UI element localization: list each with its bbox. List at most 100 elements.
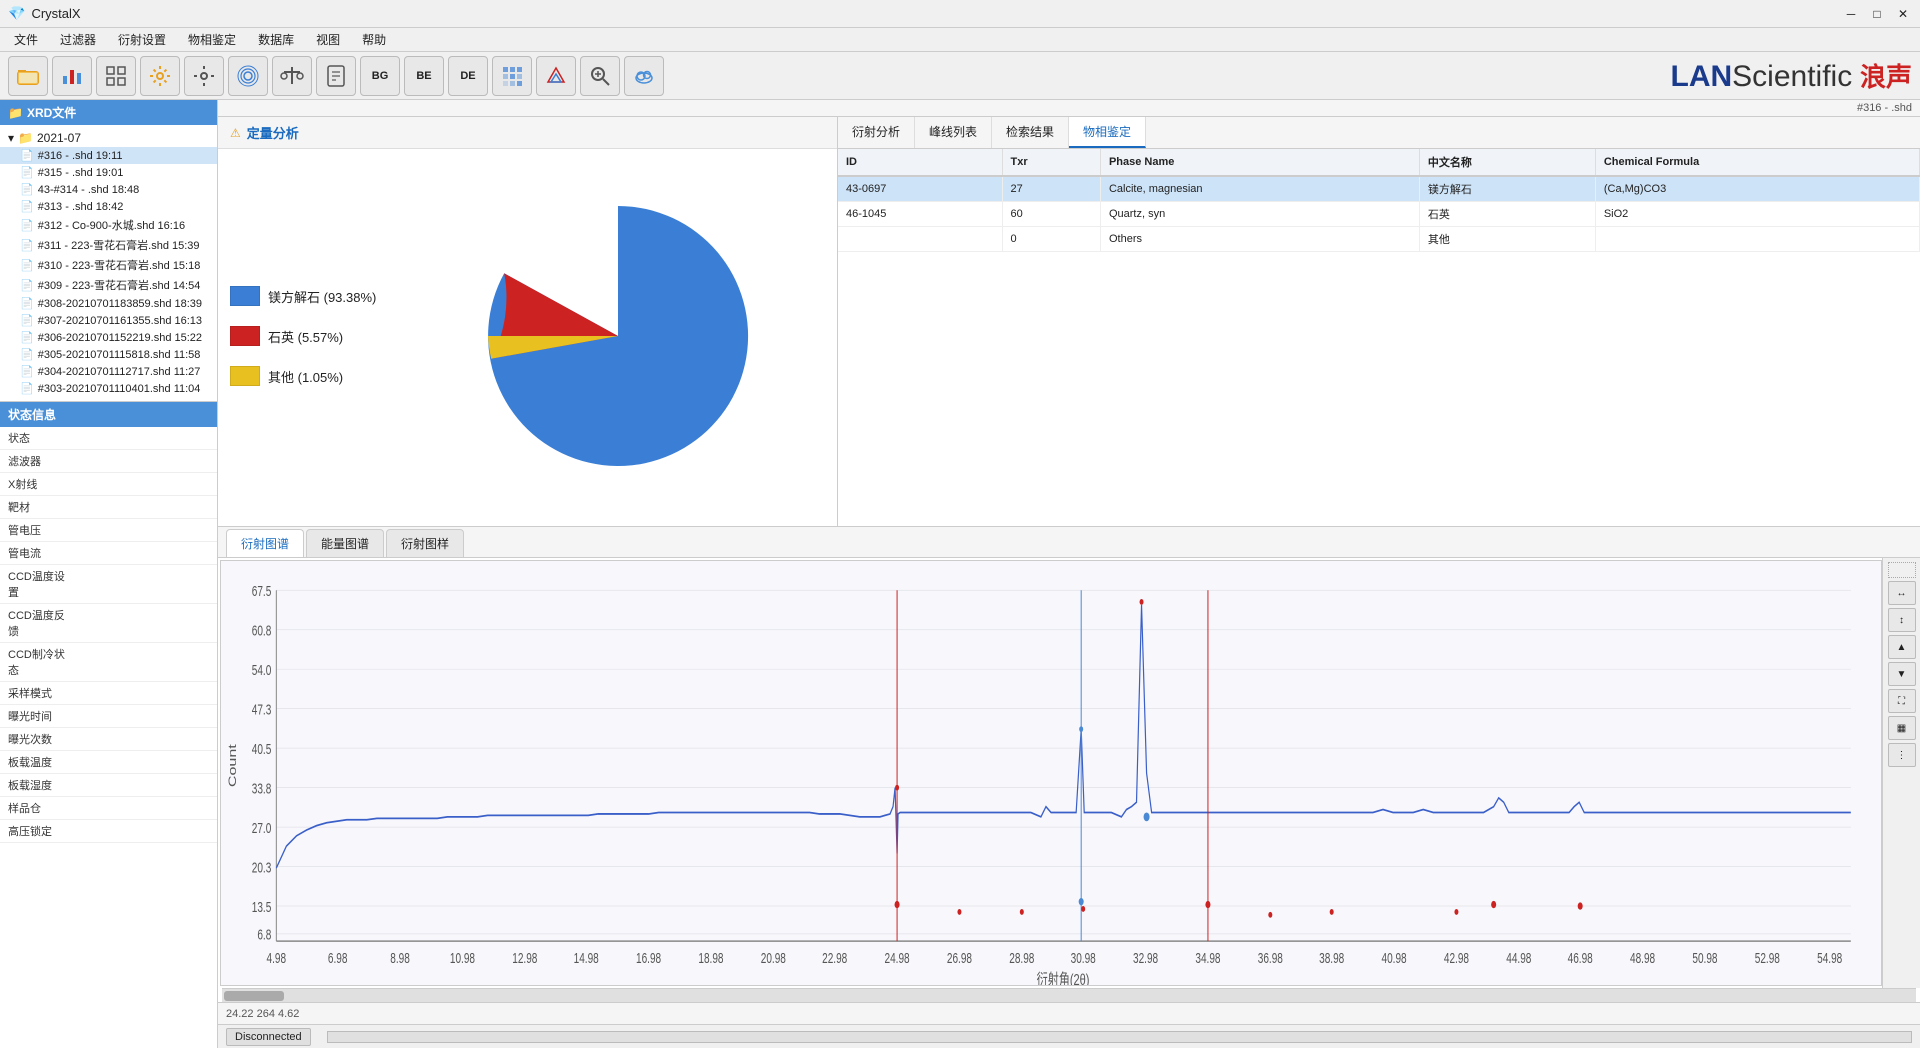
toolbar-matrix[interactable] [492, 56, 532, 96]
tree-file-314[interactable]: 📄 43-#314 - .shd 18:48 [0, 181, 217, 198]
tab-diffraction-pattern[interactable]: 衍射图样 [386, 529, 464, 557]
toolbar-fingerprint[interactable] [228, 56, 268, 96]
toolbar-cloud[interactable] [624, 56, 664, 96]
app-title: CrystalX [31, 6, 80, 21]
table-row-quartz[interactable]: 46-1045 60 Quartz, syn 石英 SiO2 [838, 202, 1920, 227]
tree-file-305[interactable]: 📄 #305-20210701115818.shd 11:58 [0, 346, 217, 363]
file-label-315: #315 - .shd 19:01 [38, 167, 124, 179]
tab-peak-list[interactable]: 峰线列表 [915, 117, 992, 148]
file-label-304: #304-20210701112717.shd 11:27 [38, 366, 201, 378]
cell-chinese-quartz: 石英 [1419, 202, 1595, 227]
toolbar-be[interactable]: BE [404, 56, 444, 96]
toolbar-search-zoom[interactable] [580, 56, 620, 96]
file-icon-304: 📄 [20, 365, 34, 378]
cell-txr-others: 0 [1002, 227, 1100, 252]
svg-text:8.98: 8.98 [390, 950, 410, 966]
file-icon-311: 📄 [20, 239, 34, 252]
svg-text:6.8: 6.8 [257, 927, 271, 943]
status-row-ccd-temp-set: CCD温度设置 [0, 565, 217, 604]
fullscreen-btn[interactable]: ⛶ [1888, 689, 1916, 713]
expand-right-btn[interactable]: ↔ [1888, 581, 1916, 605]
tree-file-303[interactable]: 📄 #303-20210701110401.shd 11:04 [0, 380, 217, 397]
svg-text:54.98: 54.98 [1817, 950, 1842, 966]
svg-text:40.5: 40.5 [252, 741, 272, 757]
spectrum-scrollbar[interactable] [222, 988, 1916, 1002]
tab-diffraction-analysis[interactable]: 衍射分析 [838, 117, 915, 148]
tab-energy-spectrum[interactable]: 能量图谱 [306, 529, 384, 557]
zoom-up-btn[interactable]: ▲ [1888, 635, 1916, 659]
phase-table: ID Txr Phase Name 中文名称 Chemical Formula … [838, 149, 1920, 252]
file-label-303: #303-20210701110401.shd 11:04 [38, 383, 201, 395]
toolbar-open[interactable] [8, 56, 48, 96]
cell-chinese-others: 其他 [1419, 227, 1595, 252]
file-label-306: #306-20210701152219.shd 15:22 [38, 332, 202, 344]
svg-text:Count: Count [226, 744, 238, 787]
svg-text:12.98: 12.98 [512, 950, 537, 966]
maximize-button[interactable]: □ [1868, 5, 1886, 23]
cell-name-calcite: Calcite, magnesian [1100, 176, 1419, 202]
status-header: 状态信息 [0, 402, 217, 427]
more-btn[interactable]: ⋮ [1888, 743, 1916, 767]
minimize-button[interactable]: ─ [1842, 5, 1860, 23]
file-icon-309: 📄 [20, 279, 34, 292]
phase-table-wrap[interactable]: ID Txr Phase Name 中文名称 Chemical Formula … [838, 149, 1920, 527]
toolbar-bg[interactable]: BG [360, 56, 400, 96]
file-label-305: #305-20210701115818.shd 11:58 [38, 349, 201, 361]
toolbar: BG BE DE LANScientific 浪声 [0, 52, 1920, 100]
quant-title: 定量分析 [247, 123, 299, 142]
status-row-sample-chamber: 样品仓 [0, 797, 217, 820]
file-label-309: #309 - 223-雪花石膏岩.shd 14:54 [38, 277, 201, 293]
title-bar-left: 💎 CrystalX [8, 5, 81, 22]
toolbar-report[interactable] [316, 56, 356, 96]
toolbar-settings2[interactable] [184, 56, 224, 96]
cell-name-quartz: Quartz, syn [1100, 202, 1419, 227]
tab-diffraction-spectrum[interactable]: 衍射图谱 [226, 529, 304, 557]
toolbar-mountain[interactable] [536, 56, 576, 96]
tree-file-312[interactable]: 📄 #312 - Co-900-水城.shd 16:16 [0, 215, 217, 235]
tree-file-311[interactable]: 📄 #311 - 223-雪花石膏岩.shd 15:39 [0, 235, 217, 255]
file-tree[interactable]: ▾ 📁 2021-07 📄 #316 - .shd 19:11 📄 #315 -… [0, 125, 217, 401]
table-row-others[interactable]: 0 Others 其他 [838, 227, 1920, 252]
table-row-calcite[interactable]: 43-0697 27 Calcite, magnesian 镁方解石 (Ca,M… [838, 176, 1920, 202]
toolbar-settings1[interactable] [140, 56, 180, 96]
toolbar-balance[interactable] [272, 56, 312, 96]
status-row-board-temp: 板载温度 [0, 751, 217, 774]
status-row-board-humidity: 板载湿度 [0, 774, 217, 797]
menu-view[interactable]: 视图 [306, 29, 350, 50]
menu-filter[interactable]: 过滤器 [50, 29, 106, 50]
file-icon-310: 📄 [20, 259, 34, 272]
tab-search-results[interactable]: 检索结果 [992, 117, 1069, 148]
collapse-btn[interactable]: ↕ [1888, 608, 1916, 632]
svg-text:16.98: 16.98 [636, 950, 661, 966]
tree-file-310[interactable]: 📄 #310 - 223-雪花石膏岩.shd 15:18 [0, 255, 217, 275]
menu-phase-id[interactable]: 物相鉴定 [178, 29, 246, 50]
svg-text:10.98: 10.98 [450, 950, 475, 966]
spectrum-tabs: 衍射图谱 能量图谱 衍射图样 [218, 527, 1920, 558]
toolbar-chart[interactable] [52, 56, 92, 96]
menu-file[interactable]: 文件 [4, 29, 48, 50]
tab-phase-id[interactable]: 物相鉴定 [1069, 117, 1146, 148]
tree-file-308[interactable]: 📄 #308-20210701183859.shd 18:39 [0, 295, 217, 312]
tree-file-315[interactable]: 📄 #315 - .shd 19:01 [0, 164, 217, 181]
grid-btn[interactable]: ▦ [1888, 716, 1916, 740]
status-row-voltage: 管电压 [0, 519, 217, 542]
zoom-down-btn[interactable]: ▼ [1888, 662, 1916, 686]
tree-folder-2021-07[interactable]: ▾ 📁 2021-07 [0, 129, 217, 147]
close-button[interactable]: ✕ [1894, 5, 1912, 23]
tree-file-309[interactable]: 📄 #309 - 223-雪花石膏岩.shd 14:54 [0, 275, 217, 295]
tree-file-306[interactable]: 📄 #306-20210701152219.shd 15:22 [0, 329, 217, 346]
tree-file-307[interactable]: 📄 #307-20210701161355.shd 16:13 [0, 312, 217, 329]
file-indicator: #316 - .shd [218, 100, 1920, 117]
toolbar-de[interactable]: DE [448, 56, 488, 96]
tree-file-313[interactable]: 📄 #313 - .shd 18:42 [0, 198, 217, 215]
content-area: #316 - .shd ⚠ 定量分析 镁方解石 (93.38%) [218, 100, 1920, 1048]
toolbar-grid[interactable] [96, 56, 136, 96]
quant-header: ⚠ 定量分析 [218, 117, 837, 149]
menu-help[interactable]: 帮助 [352, 29, 396, 50]
file-label-314: 43-#314 - .shd 18:48 [38, 184, 140, 196]
menu-database[interactable]: 数据库 [248, 29, 304, 50]
status-row-ccd-temp-fb: CCD温度反馈 [0, 604, 217, 643]
tree-file-316[interactable]: 📄 #316 - .shd 19:11 [0, 147, 217, 164]
tree-file-304[interactable]: 📄 #304-20210701112717.shd 11:27 [0, 363, 217, 380]
menu-diffraction-settings[interactable]: 衍射设置 [108, 29, 176, 50]
